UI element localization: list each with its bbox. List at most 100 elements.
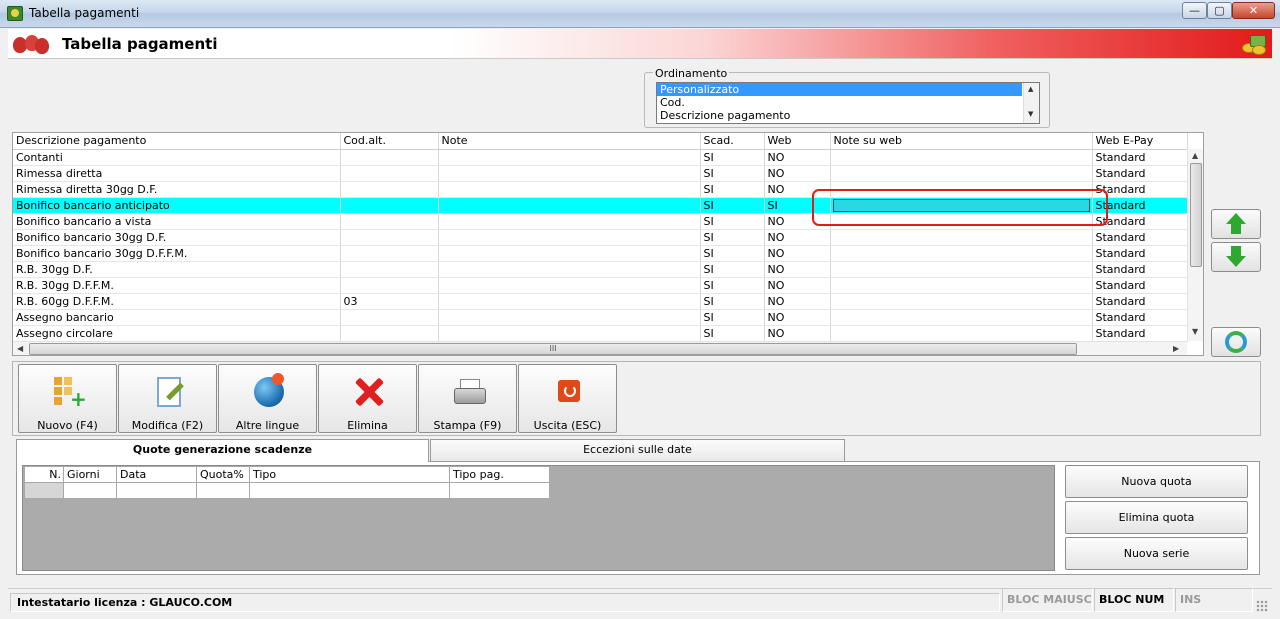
cell-note[interactable]: [438, 213, 701, 230]
cell-scad[interactable]: SI: [700, 309, 765, 326]
close-button[interactable]: ✕: [1232, 2, 1275, 19]
cell-descrizione[interactable]: R.B. 30gg D.F.F.M.: [13, 277, 341, 294]
cell-codalt[interactable]: [340, 229, 439, 246]
cell-note-web[interactable]: [830, 197, 1093, 214]
scroll-down-icon[interactable]: ▼: [1192, 327, 1198, 336]
column-header-scad[interactable]: Scad.: [700, 133, 765, 150]
cell-descrizione[interactable]: Rimessa diretta: [13, 165, 341, 182]
cell-codalt[interactable]: [340, 245, 439, 262]
cell-codalt[interactable]: [340, 325, 439, 342]
cell-note-web[interactable]: [830, 165, 1093, 182]
cell-note-web[interactable]: [830, 309, 1093, 326]
elimina-quota-button[interactable]: Elimina quota: [1065, 501, 1248, 534]
column-header-descrizione[interactable]: Descrizione pagamento: [13, 133, 341, 150]
table-row[interactable]: Rimessa diretta SI NO Standard: [13, 165, 1188, 182]
table-row[interactable]: Bonifico bancario a vista SI NO Standard: [13, 213, 1188, 230]
cell-note[interactable]: [438, 229, 701, 246]
cell-scad[interactable]: SI: [700, 325, 765, 342]
hscroll-thumb[interactable]: III: [29, 343, 1077, 355]
table-row[interactable]: R.B. 30gg D.F.F.M. SI NO Standard: [13, 277, 1188, 294]
scroll-left-icon[interactable]: ◀: [17, 344, 23, 353]
tab-quote-generazione-scadenze[interactable]: Quote generazione scadenze: [16, 439, 429, 462]
cell-codalt[interactable]: [340, 277, 439, 294]
cell-codalt[interactable]: [340, 213, 439, 230]
column-header-web[interactable]: Web: [764, 133, 831, 150]
table-row[interactable]: Rimessa diretta 30gg D.F. SI NO Standard: [13, 181, 1188, 198]
table-row[interactable]: Assegno bancario SI NO Standard: [13, 309, 1188, 326]
cell-descrizione[interactable]: Bonifico bancario a vista: [13, 213, 341, 230]
move-down-button[interactable]: [1211, 242, 1261, 272]
quote-cell[interactable]: [249, 482, 450, 499]
cell-codalt[interactable]: [340, 197, 439, 214]
cell-codalt[interactable]: [340, 149, 439, 166]
cell-web-epay[interactable]: Standard: [1092, 309, 1188, 326]
cell-note-web[interactable]: [830, 245, 1093, 262]
quote-col-tipo[interactable]: Tipo: [249, 466, 450, 483]
cell-codalt[interactable]: [340, 309, 439, 326]
table-row[interactable]: Bonifico bancario anticipato SI SI Standard: [13, 197, 1188, 214]
cell-scad[interactable]: SI: [700, 181, 765, 198]
quote-cell[interactable]: [449, 482, 550, 499]
sort-option-descrizione[interactable]: Descrizione pagamento: [657, 109, 1022, 122]
table-row[interactable]: Contanti SI NO Standard: [13, 149, 1188, 166]
cell-note-web[interactable]: [830, 261, 1093, 278]
quote-cell[interactable]: [63, 482, 117, 499]
modifica-button[interactable]: Modifica (F2): [118, 364, 217, 433]
cell-note[interactable]: [438, 149, 701, 166]
cell-note-web[interactable]: [830, 181, 1093, 198]
cell-descrizione[interactable]: R.B. 60gg D.F.F.M.: [13, 293, 341, 310]
cell-web[interactable]: NO: [764, 181, 831, 198]
cell-note[interactable]: [438, 261, 701, 278]
table-row[interactable]: Bonifico bancario 30gg D.F.F.M. SI NO Stand…: [13, 245, 1188, 262]
cell-note[interactable]: [438, 277, 701, 294]
cell-note[interactable]: [438, 245, 701, 262]
cell-web[interactable]: NO: [764, 277, 831, 294]
quote-col-n[interactable]: N.: [24, 466, 64, 483]
stampa-button[interactable]: Stampa (F9): [418, 364, 517, 433]
listbox-scrollbar[interactable]: ▲ ▼: [1023, 83, 1039, 123]
quote-col-giorni[interactable]: Giorni: [63, 466, 117, 483]
elimina-button[interactable]: Elimina: [318, 364, 417, 433]
nuova-quota-button[interactable]: Nuova quota: [1065, 465, 1248, 498]
cell-web[interactable]: NO: [764, 261, 831, 278]
cell-scad[interactable]: SI: [700, 261, 765, 278]
cell-codalt[interactable]: [340, 261, 439, 278]
cell-codalt[interactable]: 03: [340, 293, 439, 310]
quote-grid[interactable]: N. Giorni Data Quota% Tipo Tipo pag.: [24, 466, 550, 499]
quote-col-data[interactable]: Data: [116, 466, 197, 483]
cell-codalt[interactable]: [340, 181, 439, 198]
column-header-note[interactable]: Note: [438, 133, 701, 150]
cell-web[interactable]: NO: [764, 325, 831, 342]
grid-vertical-scrollbar[interactable]: ▲ ▼: [1187, 149, 1203, 341]
cell-note[interactable]: [438, 325, 701, 342]
table-row[interactable]: Bonifico bancario 30gg D.F. SI NO Standard: [13, 229, 1188, 246]
cell-web[interactable]: NO: [764, 309, 831, 326]
minimize-button[interactable]: —: [1182, 2, 1207, 19]
sort-option-cod[interactable]: Cod.: [657, 96, 1022, 109]
sort-option-personalizzato[interactable]: Personalizzato: [657, 83, 1022, 96]
cell-descrizione[interactable]: Assegno circolare: [13, 325, 341, 342]
cell-web-epay[interactable]: Standard: [1092, 213, 1188, 230]
cell-scad[interactable]: SI: [700, 213, 765, 230]
cell-descrizione[interactable]: Bonifico bancario 30gg D.F.: [13, 229, 341, 246]
cell-web[interactable]: NO: [764, 149, 831, 166]
cell-web-epay[interactable]: Standard: [1092, 293, 1188, 310]
cell-web[interactable]: NO: [764, 213, 831, 230]
cell-note-web[interactable]: [830, 293, 1093, 310]
cell-note-web[interactable]: [830, 229, 1093, 246]
cell-web[interactable]: NO: [764, 229, 831, 246]
cell-descrizione[interactable]: R.B. 30gg D.F.: [13, 261, 341, 278]
grid-horizontal-scrollbar[interactable]: ◀ III ▶: [13, 341, 1187, 355]
move-up-button[interactable]: [1211, 209, 1261, 239]
cell-scad[interactable]: SI: [700, 165, 765, 182]
cell-web[interactable]: SI: [764, 197, 831, 214]
quote-cell[interactable]: [196, 482, 250, 499]
ordinamento-listbox[interactable]: Personalizzato Cod. Descrizione pagament…: [656, 82, 1040, 124]
payments-grid[interactable]: Descrizione pagamento Cod.alt. Note Scad…: [12, 132, 1204, 356]
note-web-edit-field[interactable]: [832, 198, 1090, 212]
cell-note[interactable]: [438, 309, 701, 326]
table-row[interactable]: Assegno circolare SI NO Standard: [13, 325, 1188, 342]
cell-descrizione[interactable]: Bonifico bancario anticipato: [13, 197, 341, 214]
column-header-web-epay[interactable]: Web E-Pay: [1092, 133, 1188, 150]
cell-scad[interactable]: SI: [700, 245, 765, 262]
